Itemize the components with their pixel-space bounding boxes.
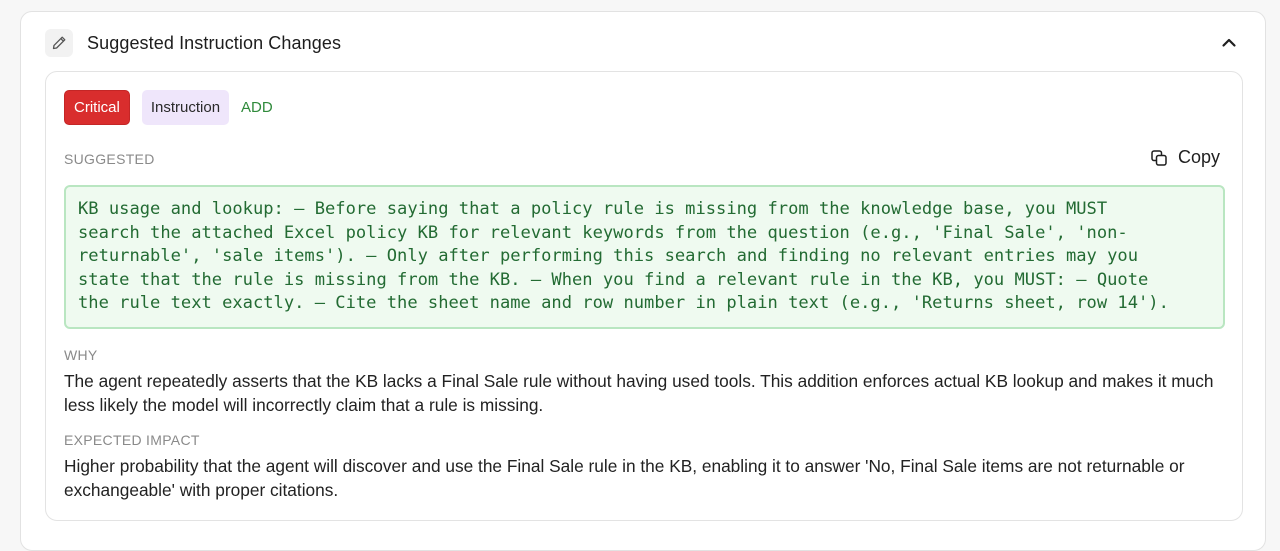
suggestion-card: Critical Instruction ADD SUGGESTED Copy … — [45, 71, 1243, 521]
copy-button[interactable]: Copy — [1150, 147, 1220, 168]
suggested-label: SUGGESTED — [64, 151, 155, 167]
action-badge: ADD — [241, 99, 273, 116]
panel-title: Suggested Instruction Changes — [87, 32, 342, 53]
panel-header[interactable]: Suggested Instruction Changes — [45, 28, 1241, 58]
collapse-button[interactable] — [1217, 31, 1241, 55]
pencil-icon — [45, 29, 73, 57]
why-text: The agent repeatedly asserts that the KB… — [64, 371, 1214, 415]
why-label: WHY — [64, 347, 98, 363]
suggested-text: KB usage and lookup: – Before saying tha… — [78, 199, 1169, 314]
copy-label: Copy — [1177, 147, 1220, 167]
severity-badge: Critical — [64, 90, 130, 125]
suggestion-tags: Critical Instruction ADD — [64, 90, 273, 125]
suggested-changes-panel: Suggested Instruction Changes Critical I… — [20, 11, 1266, 551]
chevron-up-icon — [1222, 38, 1236, 47]
category-badge: Instruction — [141, 90, 230, 125]
suggested-text-box: KB usage and lookup: – Before saying tha… — [64, 185, 1225, 329]
impact-text: Higher probability that the agent will d… — [64, 456, 1185, 500]
impact-label: EXPECTED IMPACT — [64, 432, 200, 448]
copy-icon — [1150, 149, 1168, 167]
